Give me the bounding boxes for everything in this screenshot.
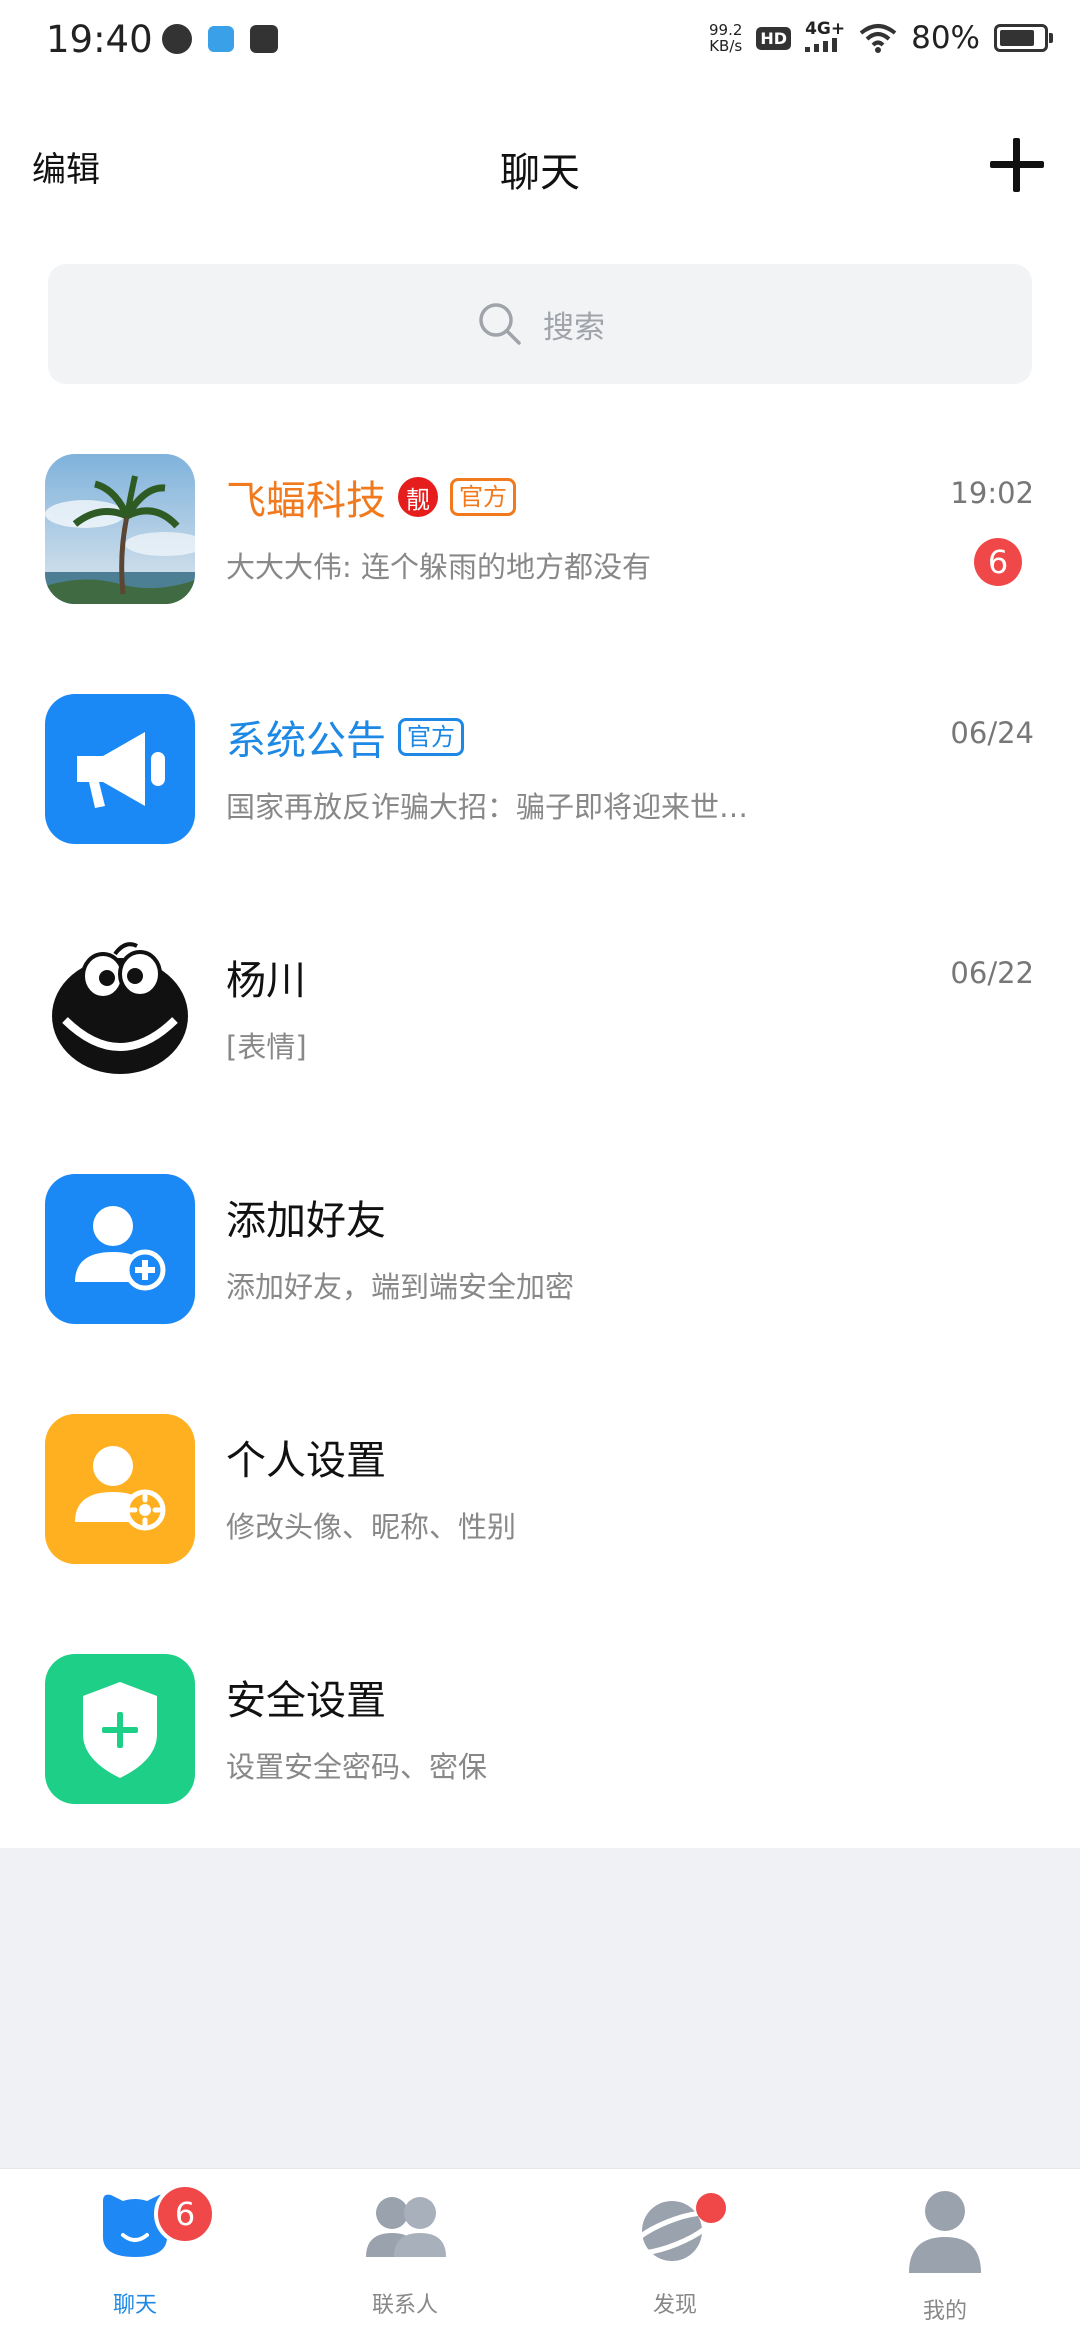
status-time: 19:40 [46,18,153,61]
chat-name: 添加好友 [226,1198,386,1244]
alipay-notification-icon [250,25,278,53]
chat-preview: 修改头像、昵称、性别 [226,1510,517,1544]
hd-icon: HD [756,26,792,50]
tab-me[interactable]: 我的 [810,2169,1080,2341]
avatar [45,454,195,604]
smiley-avatar-icon [52,942,188,1074]
unread-badge: 6 [974,538,1022,586]
chat-preview: 设置安全密码、密保 [226,1750,488,1784]
chat-time: 06/22 [950,956,1034,990]
chat-item-yangchuan[interactable]: 杨川 [表情] 06/22 [0,904,1080,1144]
chat-preview: [表情] [226,1030,307,1064]
search-icon [479,303,521,345]
chat-preview: 大大大伟: 连个躲雨的地方都没有 [226,550,651,584]
chat-name: 个人设置 [226,1438,386,1484]
net-speed: 99.2 KB/s [709,22,742,54]
chat-preview: 国家再放反诈骗大招：骗子即将迎来世… [226,790,749,824]
user-settings-icon [75,1446,166,1531]
add-friend-icon [75,1206,166,1291]
signal-icon: 4G+ [805,20,845,56]
battery-icon [994,24,1053,52]
avatar [45,694,195,844]
tab-label: 发现 [652,2293,697,2318]
empty-area [0,1848,1080,2168]
chat-name: 飞蝠科技 [226,478,386,524]
contacts-icon [366,2197,446,2257]
top-bar: 编辑 聊天 [0,120,1080,210]
app-notification-icon [162,24,192,54]
status-notification-icons [162,24,278,54]
chat-tab-badge: 6 [154,2183,216,2245]
plus-icon [990,138,1044,192]
signal-bars-icon [805,38,838,52]
chat-item-personal-settings[interactable]: 个人设置 修改头像、昵称、性别 [0,1384,1080,1624]
chat-list: 飞蝠科技 靓 官方 大大大伟: 连个躲雨的地方都没有 19:02 6 系统公告 … [0,424,1080,1864]
net-speed-value: 99.2 [708,21,743,39]
chat-name: 系统公告 [226,718,386,764]
pretty-id-badge: 靓 [398,477,438,517]
network-type: 4G+ [805,19,846,39]
chat-item-feifu[interactable]: 飞蝠科技 靓 官方 大大大伟: 连个躲雨的地方都没有 19:02 6 [0,424,1080,664]
chat-preview: 添加好友，端到端安全加密 [226,1270,575,1304]
official-tag: 官方 [398,718,464,756]
app-notification-icon [208,26,234,52]
net-speed-unit: KB/s [709,37,743,55]
tab-label: 聊天 [112,2293,157,2318]
official-tag: 官方 [450,478,516,516]
chat-item-add-friend[interactable]: 添加好友 添加好友，端到端安全加密 [0,1144,1080,1384]
avatar [45,1414,195,1564]
chat-name: 安全设置 [226,1678,386,1724]
search-bar[interactable]: 搜索 [48,264,1032,384]
add-button[interactable] [984,132,1050,198]
battery-percent: 80% [911,20,980,56]
avatar [45,934,195,1084]
chat-item-security-settings[interactable]: 安全设置 设置安全密码、密保 [0,1624,1080,1864]
search-placeholder: 搜索 [543,309,605,346]
status-bar: 19:40 99.2 KB/s HD 4G+ 80% [0,0,1080,84]
chat-item-system-notice[interactable]: 系统公告 官方 国家再放反诈骗大招：骗子即将迎来世… 06/24 [0,664,1080,904]
battery-level-fill [1000,30,1034,46]
tab-contacts[interactable]: 联系人 [270,2169,540,2341]
megaphone-icon [77,732,165,808]
tab-label: 我的 [922,2299,967,2324]
chat-time: 19:02 [950,476,1034,510]
avatar [45,1654,195,1804]
profile-icon [909,2191,981,2273]
chat-time: 06/24 [950,716,1034,750]
shield-icon [83,1682,157,1778]
avatar [45,1174,195,1324]
tab-chat[interactable]: 6 聊天 [0,2169,270,2341]
tab-label: 联系人 [371,2293,438,2318]
discover-notification-dot [696,2193,726,2223]
chat-name: 杨川 [226,958,306,1004]
page-title: 聊天 [500,150,580,196]
tab-discover[interactable]: 发现 [540,2169,810,2341]
wifi-icon [859,24,897,53]
bottom-nav: 6 聊天 联系人 发现 我的 [0,2168,1080,2341]
